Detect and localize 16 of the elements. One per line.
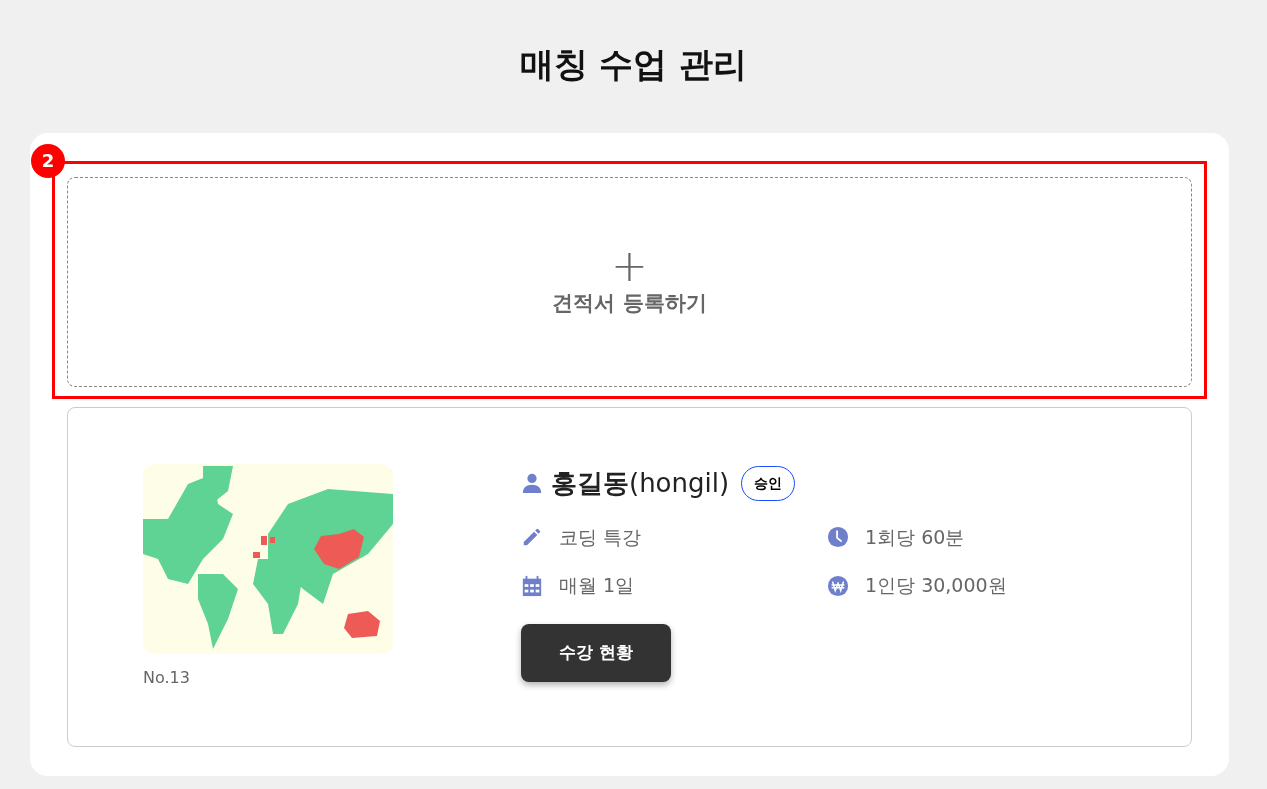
detail-text: 1회당 60분	[865, 524, 965, 550]
detail-text: 1인당 30,000원	[865, 573, 1007, 599]
enrollment-status-button[interactable]: 수강 현황	[521, 623, 671, 682]
won-icon	[827, 574, 849, 597]
annotation-number: 2	[31, 143, 65, 178]
clock-icon	[827, 526, 849, 549]
detail-text: 매월 1일	[559, 573, 635, 599]
add-quote-button[interactable]: + 견적서 등록하기	[67, 176, 1192, 387]
status-badge: 승인	[741, 465, 796, 501]
page-title: 매칭 수업 관리	[518, 43, 749, 85]
teacher-id: (hongil)	[629, 466, 730, 500]
calendar-icon	[521, 574, 543, 597]
class-number: No.13	[143, 666, 191, 689]
user-icon	[521, 472, 543, 495]
teacher-name: 홍길동	[551, 466, 629, 500]
detail-text: 코딩 특강	[559, 524, 642, 550]
